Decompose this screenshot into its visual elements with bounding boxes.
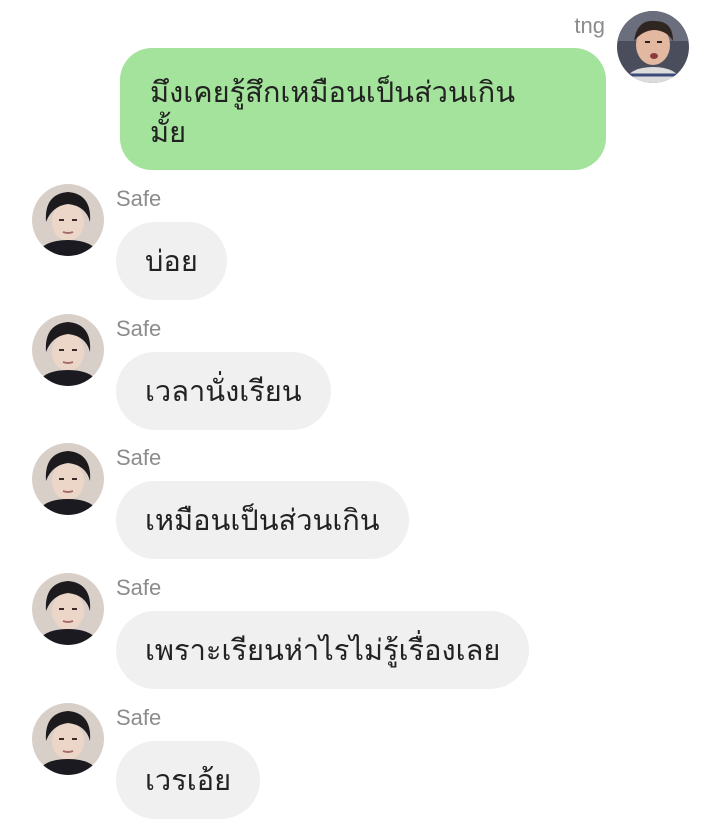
message-bubble-incoming[interactable]: บ่อย: [116, 222, 227, 300]
avatar-safe-image: [32, 184, 104, 256]
avatar-safe-image: [32, 314, 104, 386]
sender-name: Safe: [116, 186, 162, 211]
avatar-safe-image: [32, 573, 104, 645]
avatar-tng-image: [617, 11, 689, 83]
avatar-safe[interactable]: [32, 703, 104, 775]
avatar-tng[interactable]: [617, 11, 689, 83]
message-text: เพราะเรียนห่าไรไม่รู้เรื่องเลย: [145, 633, 501, 667]
message-bubble-incoming[interactable]: เหมือนเป็นส่วนเกิน: [116, 481, 409, 559]
message-row-incoming: Safe เหมือนเป็นส่วนเกิน: [0, 441, 720, 566]
message-text: เหมือนเป็นส่วนเกิน: [145, 503, 380, 537]
message-bubble-outgoing[interactable]: มึงเคยรู้สึกเหมือนเป็นส่วนเกิน มั้ย: [120, 48, 606, 170]
message-row-incoming: Safe เพราะเรียนห่าไรไม่รู้เรื่องเลย: [0, 571, 720, 696]
message-text: เวลานั่งเรียน: [145, 374, 302, 408]
avatar-safe-image: [32, 703, 104, 775]
avatar-safe[interactable]: [32, 443, 104, 515]
message-row-incoming: Safe เวรเอ้ย: [0, 701, 720, 823]
message-bubble-incoming[interactable]: เพราะเรียนห่าไรไม่รู้เรื่องเลย: [116, 611, 530, 689]
message-text: มึงเคยรู้สึกเหมือนเป็นส่วนเกิน มั้ย: [150, 75, 516, 149]
sender-name: Safe: [116, 445, 162, 470]
message-row-outgoing: tng มึงเคยรู้สึกเหมือนเป็นส่วนเกิน มั้ย: [0, 0, 720, 175]
avatar-safe[interactable]: [32, 184, 104, 256]
avatar-safe-image: [32, 443, 104, 515]
avatar-safe[interactable]: [32, 314, 104, 386]
sender-name: tng: [574, 13, 605, 38]
sender-name: Safe: [116, 705, 162, 730]
avatar-safe[interactable]: [32, 573, 104, 645]
message-row-incoming: Safe เวลานั่งเรียน: [0, 312, 720, 437]
message-bubble-incoming[interactable]: เวรเอ้ย: [116, 741, 261, 819]
message-text: เวรเอ้ย: [145, 763, 232, 797]
message-row-incoming: Safe บ่อย: [0, 182, 720, 307]
message-bubble-incoming[interactable]: เวลานั่งเรียน: [116, 352, 331, 430]
message-text: บ่อย: [145, 244, 198, 278]
sender-name: Safe: [116, 575, 162, 600]
sender-name: Safe: [116, 316, 162, 341]
